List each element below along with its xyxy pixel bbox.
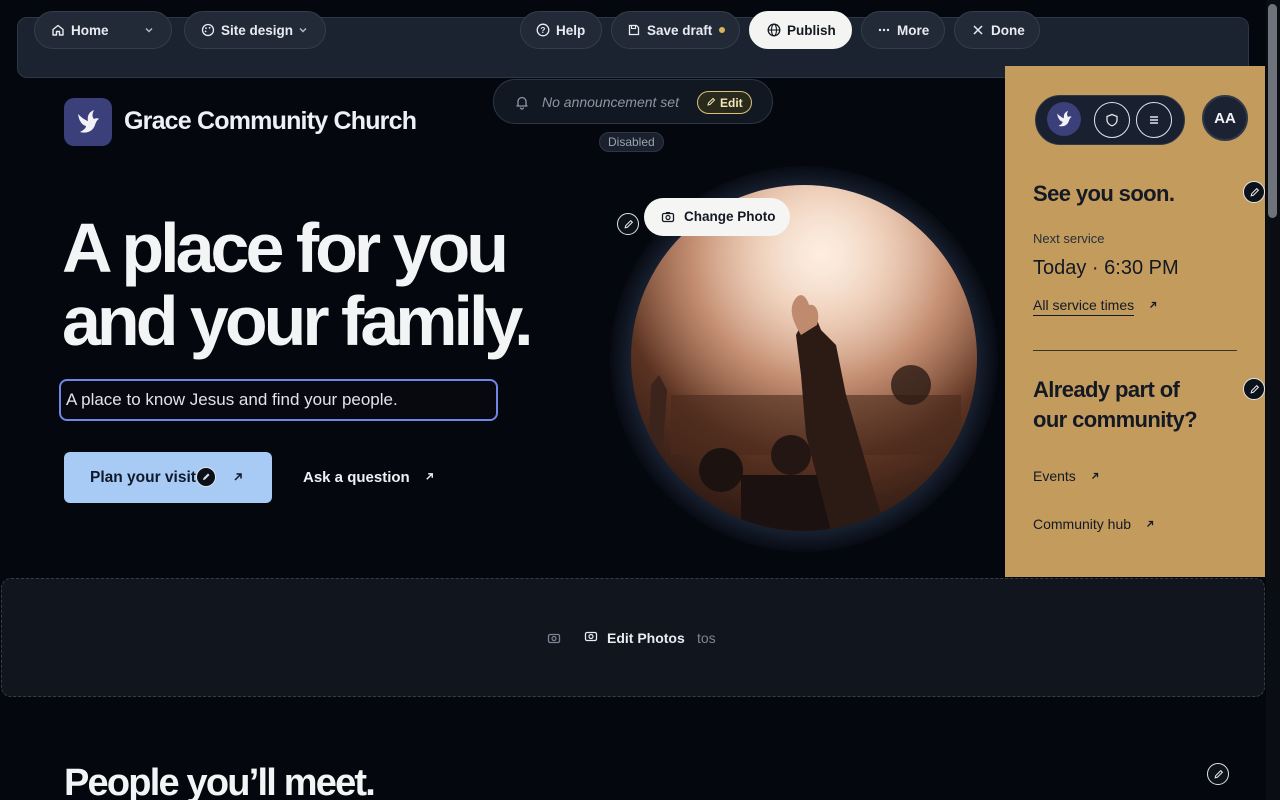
publish-label: Publish — [787, 22, 836, 38]
announcement-status-badge: Disabled — [599, 132, 664, 152]
chevron-down-icon — [297, 24, 309, 36]
save-icon — [627, 23, 641, 37]
shield-icon — [1106, 113, 1118, 127]
community-heading-line-1: Already part of — [1033, 377, 1180, 402]
photos-placeholder-text: tos — [697, 630, 716, 646]
unsaved-indicator — [719, 27, 726, 33]
edit-section-pencil-icon[interactable] — [1207, 763, 1229, 785]
more-horizontal-icon — [877, 23, 891, 37]
publish-button[interactable]: Publish — [749, 11, 852, 49]
menu-button[interactable] — [1136, 102, 1172, 138]
events-link[interactable]: Events — [1033, 468, 1100, 484]
change-photo-label: Change Photo — [684, 209, 776, 224]
tagline-input[interactable]: A place to know Jesus and find your peop… — [59, 379, 498, 421]
save-draft-label: Save draft — [647, 22, 713, 38]
globe-icon — [767, 23, 781, 37]
arrow-up-right-icon — [424, 469, 435, 486]
ask-question-link[interactable]: Ask a question — [303, 469, 435, 486]
page-select[interactable]: Home — [34, 11, 172, 49]
community-heading: Already part of our community? — [1033, 375, 1198, 435]
bell-icon — [514, 94, 530, 115]
camera-icon — [661, 210, 675, 227]
chevron-down-icon — [143, 24, 155, 36]
plan-visit-label: Plan your visit — [90, 469, 196, 486]
site-design-button[interactable]: Site design — [184, 11, 326, 49]
user-avatar[interactable]: AA — [1202, 95, 1248, 141]
ask-question-label: Ask a question — [303, 469, 410, 486]
people-section-title[interactable]: People you’ll meet. — [64, 762, 376, 800]
announcement-text: No announcement set — [542, 94, 679, 110]
panel-heading: See you soon. — [1033, 181, 1175, 206]
palette-icon — [201, 23, 215, 37]
panel-divider — [1033, 350, 1237, 351]
done-button[interactable]: Done — [954, 11, 1040, 49]
dove-icon — [1057, 110, 1072, 127]
community-hub-label: Community hub — [1033, 516, 1132, 532]
shield-button[interactable] — [1094, 102, 1130, 138]
arrow-up-right-icon — [232, 470, 244, 488]
plan-visit-button[interactable]: Plan your visit — [64, 452, 272, 503]
edit-label: Edit — [720, 95, 743, 110]
community-hub-link[interactable]: Community hub — [1033, 516, 1155, 532]
help-label: Help — [556, 22, 586, 38]
more-label: More — [897, 22, 930, 38]
edit-photos-button[interactable]: Edit Photos — [583, 629, 685, 646]
hero-title[interactable]: A place for you and your family. — [62, 209, 534, 360]
arrow-up-right-icon — [1145, 516, 1155, 532]
site-design-label: Site design — [221, 22, 294, 38]
hero-title-line-2: and your family. — [62, 282, 534, 360]
help-button[interactable]: ? Help — [520, 11, 602, 49]
camera-icon — [583, 629, 599, 646]
page-select-label: Home — [71, 22, 109, 38]
worship-photo-illustration — [631, 185, 977, 531]
next-service-label: Next service — [1033, 231, 1105, 246]
all-service-times-link[interactable]: All service times — [1033, 297, 1158, 316]
more-button[interactable]: More — [861, 11, 945, 49]
next-service-time: Today · 6:30 PM — [1033, 257, 1179, 279]
home-icon — [51, 23, 65, 37]
church-logo[interactable] — [64, 98, 112, 146]
edit-photo-pencil-icon[interactable] — [617, 213, 639, 235]
menu-icon — [1150, 116, 1158, 124]
svg-text:?: ? — [541, 26, 546, 35]
community-heading-line-2: our community? — [1033, 407, 1198, 432]
edit-photos-label: Edit Photos — [607, 629, 685, 646]
all-service-times-label: All service times — [1033, 297, 1135, 316]
edit-pencil-icon[interactable] — [196, 467, 216, 487]
dove-icon — [78, 110, 99, 133]
edit-community-pencil-icon[interactable] — [1243, 378, 1265, 400]
save-draft-button[interactable]: Save draft — [611, 11, 740, 49]
camera-icon — [546, 631, 562, 650]
church-name[interactable]: Grace Community Church — [124, 107, 417, 136]
arrow-up-right-icon — [1090, 468, 1100, 484]
announcement-bar: No announcement set Edit — [493, 79, 773, 124]
edit-panel-pencil-icon[interactable] — [1243, 181, 1265, 203]
scrollbar-thumb[interactable] — [1268, 4, 1277, 218]
events-label: Events — [1033, 468, 1076, 484]
hero-title-line-1: A place for you — [62, 209, 509, 287]
pencil-icon — [706, 96, 716, 110]
panel-logo[interactable] — [1047, 102, 1081, 136]
close-icon — [971, 23, 985, 37]
help-circle-icon: ? — [536, 23, 550, 37]
hero-photo[interactable] — [631, 185, 977, 531]
announcement-edit-button[interactable]: Edit — [697, 91, 752, 114]
change-photo-button[interactable]: Change Photo — [644, 198, 790, 236]
done-label: Done — [991, 22, 1025, 38]
arrow-up-right-icon — [1148, 297, 1158, 313]
